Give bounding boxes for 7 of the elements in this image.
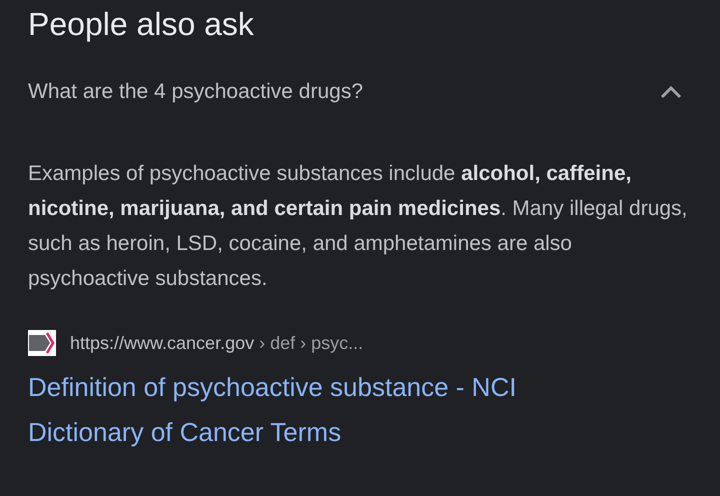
favicon-icon xyxy=(28,330,56,356)
section-heading: People also ask xyxy=(28,5,255,44)
source-url[interactable]: https://www.cancer.gov › def › psyc... xyxy=(70,332,364,354)
result-link[interactable]: Definition of psychoactive substance - NCI Dictionary of Cancer Terms xyxy=(28,365,628,455)
answer-text: Examples of psychoactive substances include alcohol, caffeine, nicotine, marijuana, and certain pain medicines. Many illegal drugs, such as heroin, LSD, cocaine, and amphetamines are also psychoactive substances. xyxy=(28,161,688,292)
question-text[interactable]: What are the 4 psychoactive drugs? xyxy=(28,80,364,104)
chevron-icon[interactable] xyxy=(660,85,682,99)
